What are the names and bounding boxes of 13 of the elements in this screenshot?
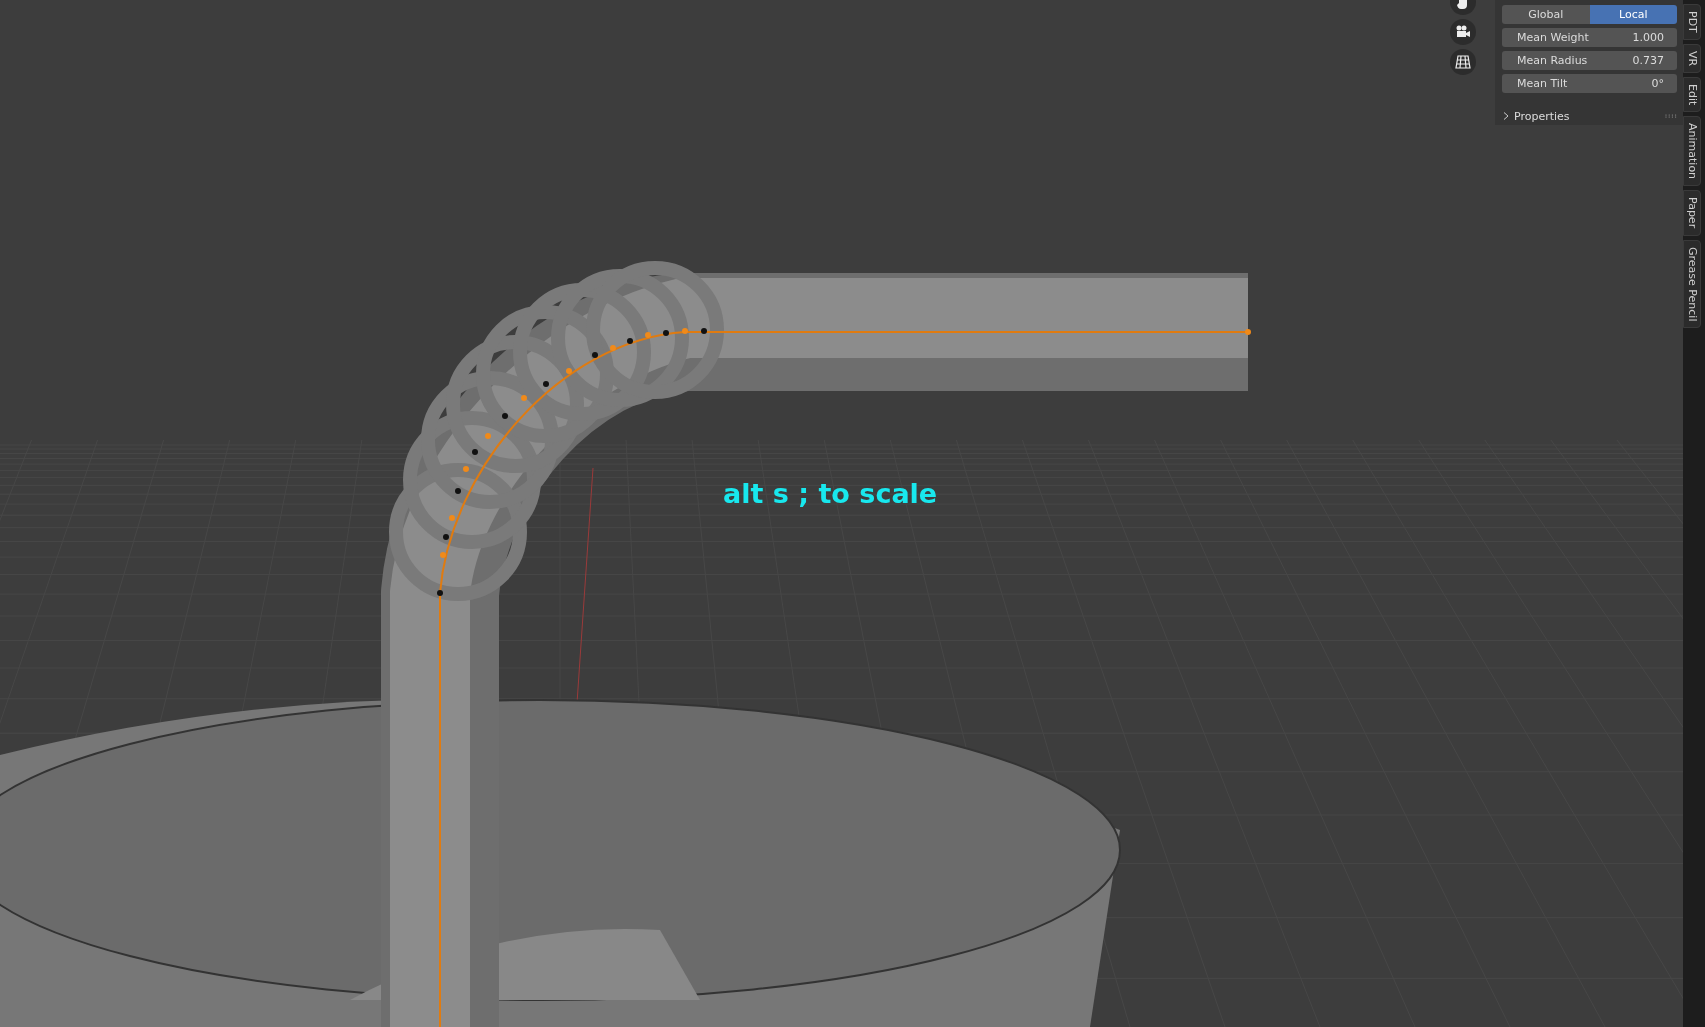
annotation-text: alt s ; to scale bbox=[723, 478, 938, 509]
space-toggle-button[interactable]: Local bbox=[1589, 5, 1677, 24]
sidebar-tab[interactable]: PDT bbox=[1683, 4, 1701, 40]
sidebar-tab[interactable]: Edit bbox=[1683, 77, 1701, 113]
sidebar-tab[interactable]: Paper bbox=[1683, 190, 1701, 236]
sidebar-tab[interactable]: VR bbox=[1683, 43, 1701, 73]
sidebar-tab[interactable]: Grease Pencil bbox=[1683, 239, 1701, 328]
number-field[interactable]: Mean Weight 1.000 bbox=[1502, 28, 1677, 47]
number-field[interactable]: Mean Tilt 0° bbox=[1502, 74, 1677, 93]
number-field[interactable]: Mean Radius 0.737 bbox=[1502, 51, 1677, 70]
properties-section-header[interactable]: Properties bbox=[1502, 108, 1677, 124]
sidebar-tab[interactable]: Animation bbox=[1683, 116, 1701, 187]
space-toggle-button[interactable]: Global bbox=[1502, 5, 1590, 24]
